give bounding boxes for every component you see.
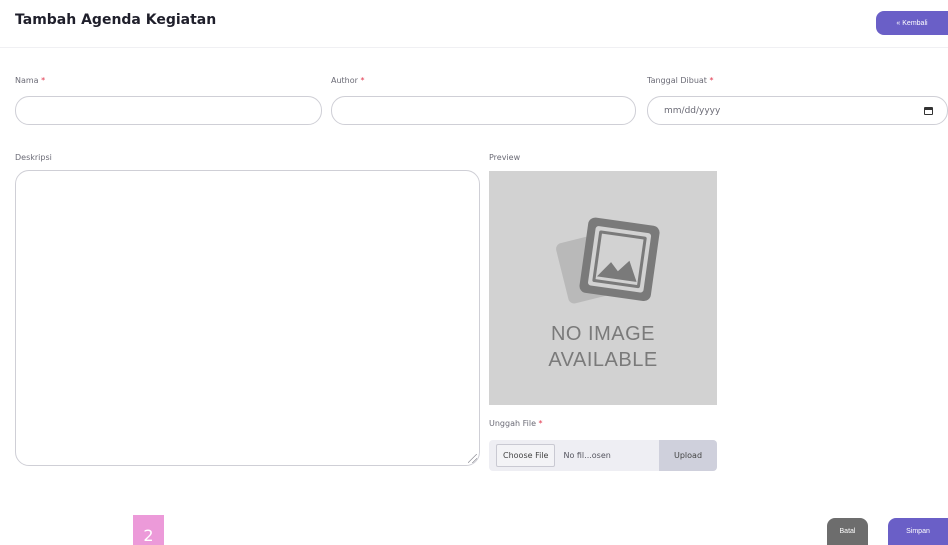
required-mark: * xyxy=(360,76,365,85)
page-number-badge[interactable]: 2 xyxy=(133,515,164,545)
required-mark: * xyxy=(41,76,46,85)
calendar-icon[interactable] xyxy=(924,106,933,115)
save-button[interactable]: Simpan xyxy=(888,518,948,545)
deskripsi-label: Deskripsi xyxy=(15,153,52,162)
back-button[interactable]: « Kembali xyxy=(876,11,948,35)
image-preview: NO IMAGE AVAILABLE xyxy=(489,171,717,405)
nama-label: Nama * xyxy=(15,76,46,85)
file-name-text: No fil...osen xyxy=(563,451,611,460)
author-input[interactable] xyxy=(331,96,636,125)
image-placeholder-icon xyxy=(556,217,660,304)
tanggal-date-input[interactable]: mm/dd/yyyy xyxy=(647,96,948,125)
file-upload-group: Choose File No fil...osen Upload xyxy=(489,440,717,471)
deskripsi-textarea[interactable] xyxy=(15,170,480,466)
preview-label: Preview xyxy=(489,153,521,162)
page-header: Tambah Agenda Kegiatan « Kembali xyxy=(0,0,948,48)
choose-file-button[interactable]: Choose File xyxy=(496,444,556,467)
author-label: Author * xyxy=(331,76,365,85)
no-image-text-line2: AVAILABLE xyxy=(548,349,658,371)
date-placeholder: mm/dd/yyyy xyxy=(664,105,721,116)
cancel-button[interactable]: Batal xyxy=(827,518,868,545)
required-mark: * xyxy=(538,419,543,428)
required-mark: * xyxy=(709,76,714,85)
unggah-label: Unggah File * xyxy=(489,419,543,428)
page-title: Tambah Agenda Kegiatan xyxy=(15,12,217,28)
upload-button[interactable]: Upload xyxy=(659,440,717,471)
nama-input[interactable] xyxy=(15,96,322,125)
tanggal-label: Tanggal Dibuat * xyxy=(647,76,714,85)
resize-handle-icon[interactable] xyxy=(468,454,477,463)
no-image-text-line1: NO IMAGE xyxy=(550,323,655,345)
